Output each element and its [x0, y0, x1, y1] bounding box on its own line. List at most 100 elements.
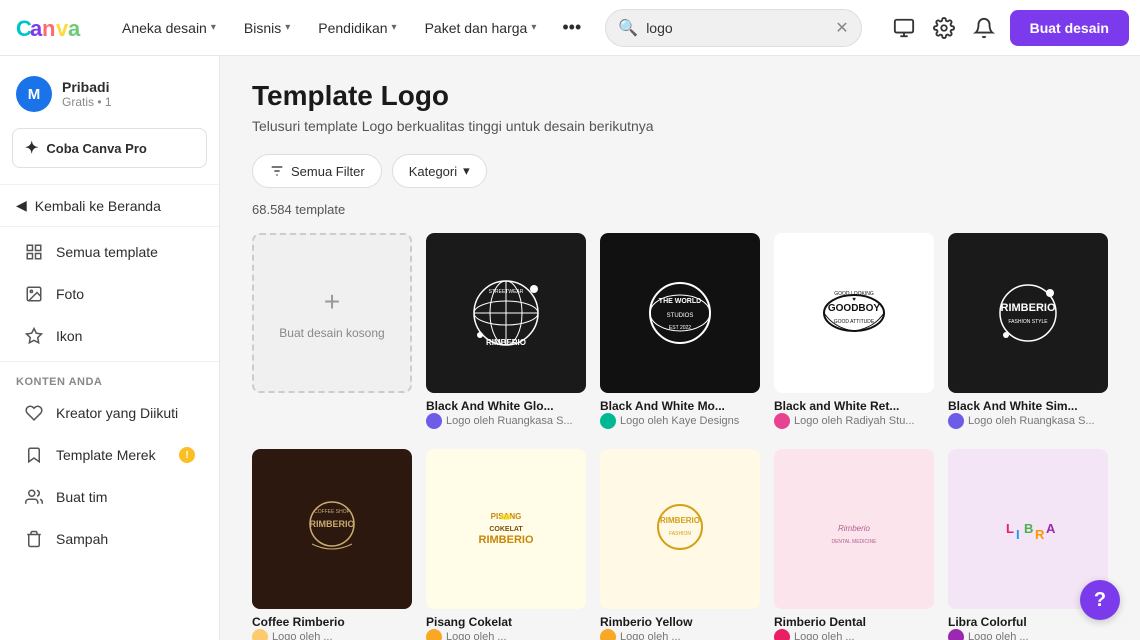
sidebar-section-title: Konten Anda: [0, 366, 219, 392]
svg-text:THE WORLD: THE WORLD: [659, 298, 701, 305]
svg-text:Rimberio: Rimberio: [838, 524, 871, 533]
sidebar-item-buat-tim[interactable]: Buat tim: [8, 477, 211, 517]
author-avatar-5: [426, 629, 442, 640]
create-empty-thumb: + Buat desain kosong: [252, 233, 412, 393]
search-clear-icon[interactable]: ✕: [835, 18, 848, 38]
canva-logo[interactable]: C a n v a: [16, 14, 96, 42]
sidebar-user: M Pribadi Gratis • 1: [0, 68, 219, 128]
template-card-black-white-ret[interactable]: GOODBOY GOOD ATTITUDE GOOD LOOKING ♥ Bla…: [774, 233, 934, 435]
bell-icon-button[interactable]: [966, 10, 1002, 46]
template-author-0: Logo oleh Ruangkasa S...: [426, 413, 586, 429]
author-avatar-1: [600, 413, 616, 429]
search-input[interactable]: [646, 20, 827, 36]
template-card-dental[interactable]: Rimberio DENTAL MEDICINE Rimberio Dental…: [774, 449, 934, 640]
monitor-icon-button[interactable]: [886, 10, 922, 46]
template-name-5: Pisang Cokelat: [426, 615, 586, 629]
svg-text:RIMBERIO: RIMBERIO: [310, 519, 355, 529]
svg-text:R: R: [1035, 527, 1045, 542]
sidebar: M Pribadi Gratis • 1 ✦ Coba Canva Pro ◀ …: [0, 56, 220, 640]
template-name-0: Black And White Glo...: [426, 399, 586, 413]
create-empty-card[interactable]: + Buat desain kosong: [252, 233, 412, 435]
page-title: Template Logo: [252, 80, 1108, 112]
sidebar-item-sampah[interactable]: Sampah: [8, 519, 211, 559]
pisang-svg: PISANG COKELAT RIMBERIO: [466, 489, 546, 569]
template-author-7: Logo oleh ...: [774, 629, 934, 640]
plus-icon: +: [324, 286, 340, 318]
chevron-down-icon: ▾: [285, 22, 290, 33]
content-area: Template Logo Telusuri template Logo ber…: [220, 56, 1140, 640]
template-name-4: Coffee Rimberio: [252, 615, 412, 629]
sidebar-user-name: Pribadi: [62, 79, 112, 95]
template-name-7: Rimberio Dental: [774, 615, 934, 629]
svg-text:FASHION STYLE: FASHION STYLE: [1008, 319, 1048, 325]
chevron-left-icon: ◀: [16, 197, 27, 214]
chevron-down-icon: ▾: [531, 22, 536, 33]
template-author-2: Logo oleh Radiyah Stu...: [774, 413, 934, 429]
template-name-3: Black And White Sim...: [948, 399, 1108, 413]
svg-text:RIMBERIO: RIMBERIO: [486, 338, 526, 347]
nav-aneka-desain[interactable]: Aneka desain ▾: [112, 14, 226, 42]
grid-icon: [24, 242, 44, 262]
filter-row: Semua Filter Kategori ▾: [252, 154, 1108, 188]
svg-text:GOOD ATTITUDE: GOOD ATTITUDE: [834, 319, 875, 325]
svg-text:DENTAL MEDICINE: DENTAL MEDICINE: [831, 539, 877, 545]
bookmark-icon: [24, 445, 44, 465]
sidebar-item-template-merek[interactable]: Template Merek !: [8, 435, 211, 475]
globe-svg: RIMBERIO STREETWEAR: [466, 273, 546, 353]
template-thumb-black-white-ret: GOODBOY GOOD ATTITUDE GOOD LOOKING ♥: [774, 233, 934, 393]
template-card-rimberio-yellow[interactable]: RIMBERIO FASHION Rimberio Yellow Logo ol…: [600, 449, 760, 640]
template-merek-badge: !: [179, 447, 195, 463]
topnav: C a n v a Aneka desain ▾ Bisnis ▾ Pendid…: [0, 0, 1140, 56]
nav-paket-harga[interactable]: Paket dan harga ▾: [415, 14, 547, 42]
empty-card-label: Buat desain kosong: [279, 326, 384, 340]
template-card-black-white-glo[interactable]: RIMBERIO STREETWEAR Black And White Glo.…: [426, 233, 586, 435]
search-icon: 🔍: [618, 18, 638, 38]
nav-bisnis[interactable]: Bisnis ▾: [234, 14, 300, 42]
sidebar-avatar: M: [16, 76, 52, 112]
template-thumb-rimberio-yellow: RIMBERIO FASHION: [600, 449, 760, 609]
template-card-coffee[interactable]: COFFEE SHOP RIMBERIO Coffee Rimberio Log…: [252, 449, 412, 640]
svg-text:STUDIOS: STUDIOS: [667, 313, 694, 319]
svg-text:COKELAT: COKELAT: [489, 526, 523, 533]
author-avatar-4: [252, 629, 268, 640]
kategori-button[interactable]: Kategori ▾: [392, 154, 487, 188]
template-author-1: Logo oleh Kaye Designs: [600, 413, 760, 429]
svg-text:I: I: [1016, 527, 1020, 542]
main-layout: M Pribadi Gratis • 1 ✦ Coba Canva Pro ◀ …: [0, 56, 1140, 640]
template-thumb-libra: L I B R A: [948, 449, 1108, 609]
sidebar-item-semua-template[interactable]: Semua template: [8, 232, 211, 272]
semua-filter-button[interactable]: Semua Filter: [252, 154, 382, 188]
content-subtitle: Telusuri template Logo berkualitas tingg…: [252, 118, 1108, 134]
sidebar-item-foto[interactable]: Foto: [8, 274, 211, 314]
svg-text:B: B: [1024, 521, 1033, 536]
template-author-5: Logo oleh ...: [426, 629, 586, 640]
svg-text:RIMBERIO: RIMBERIO: [1001, 302, 1056, 314]
svg-text:RIMBERIO: RIMBERIO: [660, 516, 700, 525]
rimberio-fashion-svg: RIMBERIO FASHION STYLE: [988, 273, 1068, 353]
svg-text:A: A: [1046, 521, 1056, 536]
nav-more-button[interactable]: •••: [554, 11, 589, 44]
sidebar-item-kreator[interactable]: Kreator yang Diikuti: [8, 393, 211, 433]
chevron-down-icon: ▾: [463, 163, 470, 179]
settings-icon-button[interactable]: [926, 10, 962, 46]
rimberio-yellow-svg: RIMBERIO FASHION: [640, 489, 720, 569]
world-studios-svg: THE WORLD STUDIOS EST 2022: [640, 273, 720, 353]
coba-canva-pro-button[interactable]: ✦ Coba Canva Pro: [12, 128, 207, 168]
sidebar-back-button[interactable]: ◀ Kembali ke Beranda: [0, 189, 219, 222]
author-avatar-3: [948, 413, 964, 429]
svg-text:L: L: [1006, 521, 1014, 536]
template-thumb-black-white-mo: THE WORLD STUDIOS EST 2022: [600, 233, 760, 393]
template-name-6: Rimberio Yellow: [600, 615, 760, 629]
nav-icons: [886, 10, 1002, 46]
template-card-black-white-sim[interactable]: RIMBERIO FASHION STYLE Black And White S…: [948, 233, 1108, 435]
nav-pendidikan[interactable]: Pendidikan ▾: [308, 14, 406, 42]
chevron-down-icon: ▾: [392, 22, 397, 33]
sidebar-item-ikon[interactable]: Ikon: [8, 316, 211, 356]
help-button[interactable]: ?: [1080, 580, 1120, 620]
template-card-black-white-mo[interactable]: THE WORLD STUDIOS EST 2022 Black And Whi…: [600, 233, 760, 435]
trash-icon: [24, 529, 44, 549]
template-card-pisang[interactable]: PISANG COKELAT RIMBERIO Pisang Cokelat L…: [426, 449, 586, 640]
buat-desain-button[interactable]: Buat desain: [1010, 10, 1129, 46]
search-bar[interactable]: 🔍 ✕: [605, 9, 861, 47]
svg-text:♥: ♥: [852, 297, 856, 303]
